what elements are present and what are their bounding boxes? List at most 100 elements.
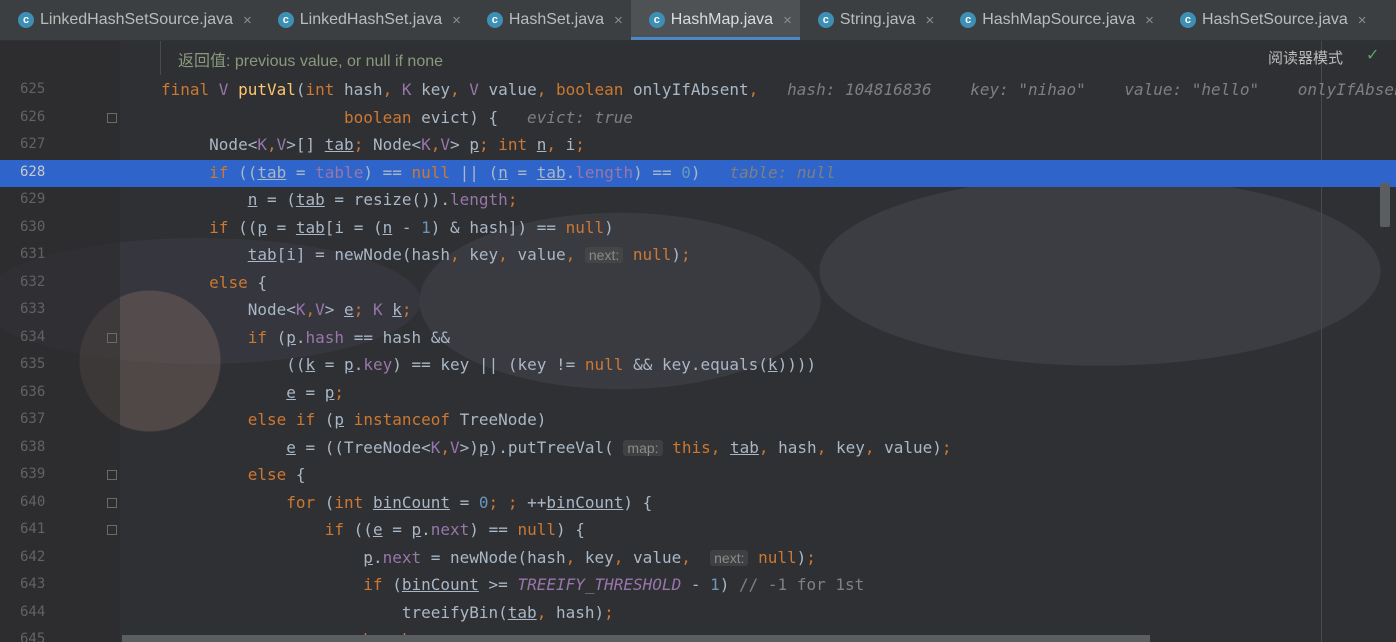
code-text: else if (p instanceof TreeNode) (247, 410, 547, 429)
line-number: 626 (20, 108, 46, 125)
code-line[interactable]: 637 else if (p instanceof TreeNode) (0, 407, 1396, 434)
fold-marker-icon[interactable] (107, 497, 117, 508)
java-class-icon: c (960, 12, 977, 28)
tab-hashmap-java[interactable]: c HashMap.java × (630, 0, 800, 40)
tab-label: HashSet.java (508, 11, 605, 28)
code-text: if ((e = p.next) == null) { (324, 520, 585, 539)
tab-hashset-java[interactable]: c HashSet.java × (469, 0, 631, 40)
code-text: if ((tab = table) == null || (n = tab.le… (209, 162, 836, 182)
code-line[interactable]: 635 ((k = p.key) == key || (key != null … (0, 352, 1396, 379)
code-line[interactable]: 625 final V putVal(int hash, K key, V val… (0, 77, 1396, 104)
code-text: ((k = p.key) == key || (key != null && k… (161, 355, 817, 374)
line-number: 645 (20, 631, 46, 642)
code-line[interactable]: 640 for (int binCount = 0; ; ++binCount)… (0, 490, 1396, 517)
line-number: 636 (20, 383, 46, 400)
vertical-scrollbar[interactable] (1380, 183, 1390, 227)
code-line[interactable]: 638 e = ((TreeNode<K,V>)p).putTreeVal( m… (0, 435, 1396, 462)
tab-label: HashMapSource.java (982, 11, 1136, 28)
line-number: 632 (20, 273, 46, 290)
java-class-icon: c (648, 12, 665, 28)
close-tab-icon[interactable]: × (243, 12, 252, 29)
code-text: final V putVal(int hash, K key, V value,… (161, 80, 1396, 99)
tab-label: String.java (839, 11, 916, 28)
code-editor[interactable]: 返回值: previous value, or null if none 阅读器… (0, 41, 1396, 642)
close-tab-icon[interactable]: × (614, 12, 623, 29)
line-number: 633 (20, 301, 46, 317)
code-text: boolean evict) { evict: true (344, 107, 634, 127)
code-line[interactable]: 634 if (p.hash == hash && (0, 325, 1396, 352)
code-line[interactable]: 627 Node<K,V>[] tab; Node<K,V> p; int n,… (0, 132, 1396, 159)
code-line[interactable]: 632 else { (0, 270, 1396, 297)
code-line[interactable]: 642 p.next = newNode(hash, key, value, n… (0, 545, 1396, 572)
line-number: 625 (20, 81, 46, 97)
code-line[interactable]: 631 tab[i] = newNode(hash, key, value, n… (0, 242, 1396, 269)
reader-mode-button[interactable]: 阅读器模式 (1268, 47, 1343, 68)
close-tab-icon[interactable]: × (1358, 12, 1367, 29)
fold-marker-icon[interactable] (107, 112, 117, 123)
line-number: 635 (20, 356, 46, 372)
doc-separator (160, 41, 161, 75)
tab-linkedhashsetsource-java[interactable]: c LinkedHashSetSource.java × (0, 0, 260, 40)
tab-label: LinkedHashSet.java (299, 11, 443, 28)
code-text: p.next = newNode(hash, key, value, next:… (363, 547, 816, 567)
code-text: if ((p = tab[i = (n - 1) & hash]) == nul… (209, 217, 614, 237)
code-text: Node<K,V> e; K k; (161, 300, 412, 319)
tab-hashmapsource-java[interactable]: c HashMapSource.java × (942, 0, 1162, 40)
tab-label: HashSetSource.java (1201, 11, 1348, 28)
tab-label: LinkedHashSetSource.java (40, 11, 234, 28)
code-text: tab[i] = newNode(hash, key, value, next:… (247, 245, 691, 264)
code-line[interactable]: 644 treeifyBin(tab, hash); (0, 600, 1396, 627)
code-line[interactable]: 630 if ((p = tab[i = (n - 1) & hash]) ==… (0, 215, 1396, 242)
code-line[interactable]: 628 if ((tab = table) == null || (n = ta… (0, 159, 1396, 187)
code-line[interactable]: 639 else { (0, 462, 1396, 489)
code-line[interactable]: 629 n = (tab = resize()).length; (0, 187, 1396, 214)
line-number: 629 (20, 191, 46, 207)
java-class-icon: c (18, 12, 34, 28)
fold-marker-icon[interactable] (107, 525, 117, 535)
tab-label: HashMap.java (670, 11, 774, 28)
java-class-icon: c (1179, 12, 1196, 28)
code-text: n = (tab = resize()).length; (247, 190, 518, 209)
code-line[interactable]: 641 if ((e = p.next) == null) { (0, 517, 1396, 544)
close-tab-icon[interactable]: × (783, 12, 792, 29)
line-number: 642 (20, 548, 46, 565)
line-number: 641 (20, 521, 46, 537)
code-text: e = p; (286, 382, 345, 402)
code-line[interactable]: 633 Node<K,V> e; K k; (0, 297, 1396, 324)
code-line[interactable]: 636 e = p; (0, 380, 1396, 407)
horizontal-scrollbar[interactable] (122, 635, 1150, 642)
line-number: 627 (20, 136, 46, 152)
code-text: if (binCount >= TREEIFY_THRESHOLD - 1) /… (363, 575, 865, 594)
code-text: for (int binCount = 0; ; ++binCount) { (286, 492, 653, 512)
line-number: 644 (20, 603, 46, 620)
code-line[interactable]: 643 if (binCount >= TREEIFY_THRESHOLD - … (0, 572, 1396, 599)
code-text: treeifyBin(tab, hash); (161, 602, 614, 622)
tab-linkedhashset-java[interactable]: c LinkedHashSet.java × (260, 0, 469, 40)
code-text: if (p.hash == hash && (247, 327, 451, 347)
line-number: 628 (20, 163, 46, 180)
code-text: else { (247, 465, 306, 484)
tab-hashsetsource-java[interactable]: c HashSetSource.java × (1162, 0, 1375, 40)
line-number: 640 (20, 493, 46, 510)
line-number: 634 (20, 328, 46, 345)
close-tab-icon[interactable]: × (452, 12, 461, 29)
line-number: 630 (20, 218, 46, 235)
line-number: 639 (20, 466, 46, 482)
java-class-icon: c (277, 12, 294, 28)
code-line[interactable]: 626 boolean evict) { evict: true (0, 105, 1396, 132)
code-text: e = ((TreeNode<K,V>)p).putTreeVal( map: … (286, 437, 952, 457)
line-number: 643 (20, 576, 46, 592)
inspection-ok-icon[interactable]: ✓ (1366, 45, 1379, 64)
line-number: 637 (20, 411, 46, 427)
line-number: 638 (20, 438, 46, 455)
fold-marker-icon[interactable] (107, 470, 117, 480)
line-number: 631 (20, 246, 46, 262)
fold-marker-icon[interactable] (107, 332, 117, 343)
java-class-icon: c (817, 12, 834, 28)
close-tab-icon[interactable]: × (925, 12, 934, 29)
java-class-icon: c (486, 12, 503, 28)
close-tab-icon[interactable]: × (1145, 12, 1154, 29)
editor-tab-bar: c LinkedHashSetSource.java × c LinkedHashSet… (0, 0, 1396, 41)
code-text: else { (209, 272, 267, 292)
tab-string-java[interactable]: c String.java × (800, 0, 942, 40)
